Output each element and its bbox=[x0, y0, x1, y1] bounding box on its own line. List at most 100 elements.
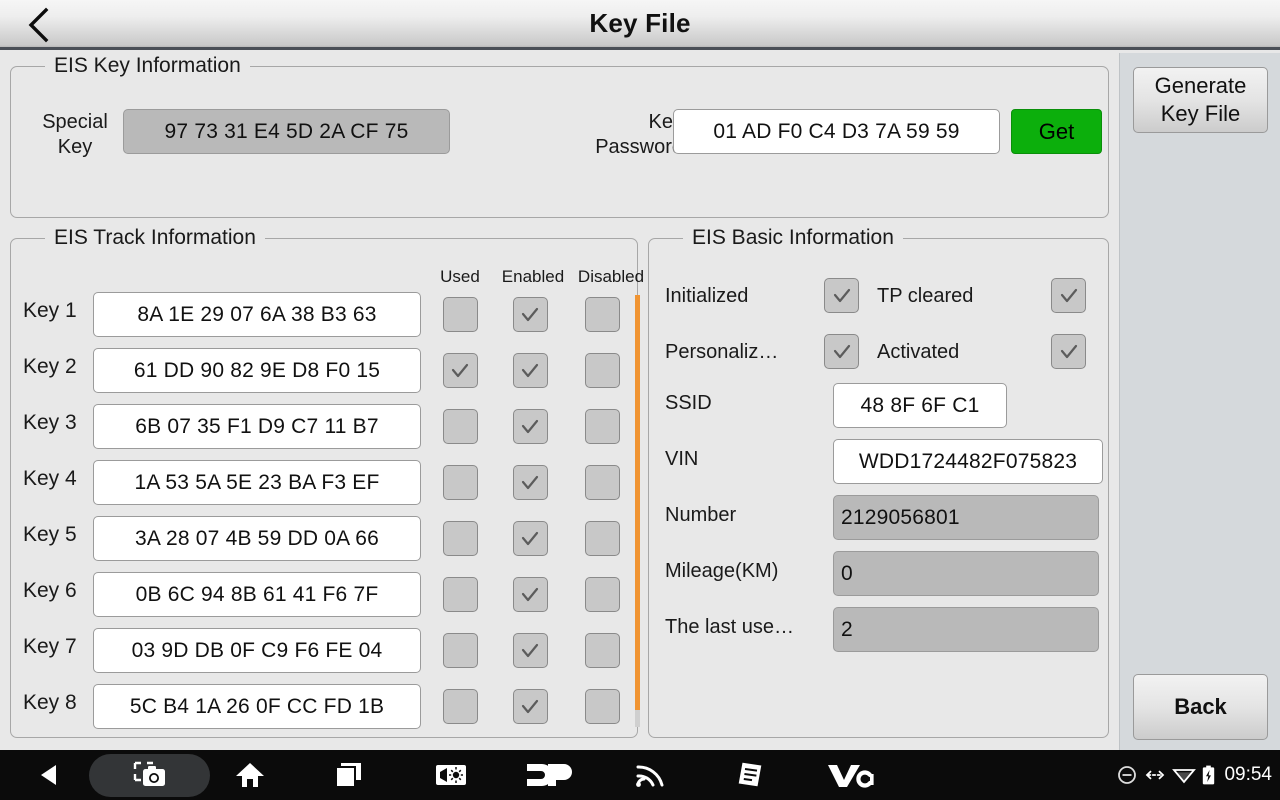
checkbox-unchecked[interactable] bbox=[585, 465, 620, 500]
track-disabled-cell bbox=[569, 409, 635, 444]
checkbox-unchecked[interactable] bbox=[443, 633, 478, 668]
checkbox-unchecked[interactable] bbox=[443, 409, 478, 444]
check-icon bbox=[1058, 285, 1080, 307]
track-disabled-cell bbox=[569, 689, 635, 724]
key-file-screen: Key File EIS Key Information Special Key… bbox=[0, 0, 1280, 800]
check-icon bbox=[519, 584, 541, 606]
track-row: Key 60B 6C 94 8B 61 41 F6 7F bbox=[11, 567, 627, 623]
checkbox-unchecked[interactable] bbox=[443, 521, 478, 556]
nav-home-button[interactable] bbox=[221, 750, 279, 800]
check-icon bbox=[831, 341, 853, 363]
track-used-cell bbox=[427, 409, 493, 444]
track-used-cell bbox=[427, 521, 493, 556]
checkbox-checked[interactable] bbox=[824, 334, 859, 369]
eis-track-information-legend: EIS Track Information bbox=[45, 226, 265, 250]
ssid-label: SSID bbox=[665, 392, 712, 415]
mileage-label: Mileage(KM) bbox=[665, 560, 778, 583]
checkbox-checked[interactable] bbox=[824, 278, 859, 313]
track-row-label: Key 8 bbox=[23, 691, 95, 715]
checkbox-unchecked[interactable] bbox=[443, 465, 478, 500]
track-row-value[interactable]: 3A 28 07 4B 59 DD 0A 66 bbox=[93, 516, 421, 561]
checkbox-unchecked[interactable] bbox=[585, 689, 620, 724]
track-disabled-cell bbox=[569, 521, 635, 556]
back-action-button[interactable]: Back bbox=[1133, 674, 1268, 740]
generate-key-file-button[interactable]: Generate Key File bbox=[1133, 67, 1268, 133]
checkbox-checked[interactable] bbox=[513, 409, 548, 444]
get-button[interactable]: Get bbox=[1011, 109, 1102, 154]
workspace: EIS Key Information Special Key 97 73 31… bbox=[0, 53, 1119, 750]
track-row: Key 18A 1E 29 07 6A 38 B3 63 bbox=[11, 287, 627, 343]
column-header-disabled: Disabled bbox=[571, 267, 651, 287]
checkbox-unchecked[interactable] bbox=[585, 577, 620, 612]
nav-wireless-button[interactable] bbox=[620, 750, 678, 800]
initialized-checkbox[interactable] bbox=[824, 278, 859, 313]
track-row: Key 85C B4 1A 26 0F CC FD 1B bbox=[11, 679, 627, 735]
track-disabled-cell bbox=[569, 577, 635, 612]
nav-screenshot-button[interactable] bbox=[120, 750, 180, 800]
wifi-icon bbox=[1173, 766, 1195, 784]
nav-vci-button[interactable] bbox=[820, 750, 880, 800]
track-row: Key 53A 28 07 4B 59 DD 0A 66 bbox=[11, 511, 627, 567]
checkbox-unchecked[interactable] bbox=[585, 521, 620, 556]
checkbox-checked[interactable] bbox=[1051, 278, 1086, 313]
track-row-value[interactable]: 1A 53 5A 5E 23 BA F3 EF bbox=[93, 460, 421, 505]
checkbox-unchecked[interactable] bbox=[585, 297, 620, 332]
track-row-label: Key 2 bbox=[23, 355, 95, 379]
generate-key-file-line1: Generate bbox=[1155, 72, 1247, 100]
track-used-cell bbox=[427, 689, 493, 724]
track-used-cell bbox=[427, 577, 493, 612]
track-disabled-cell bbox=[569, 297, 635, 332]
track-row-value[interactable]: 6B 07 35 F1 D9 C7 11 B7 bbox=[93, 404, 421, 449]
nav-notes-button[interactable] bbox=[720, 750, 780, 800]
nav-volume-brightness-button[interactable] bbox=[422, 750, 480, 800]
track-row: Key 703 9D DB 0F C9 F6 FE 04 bbox=[11, 623, 627, 679]
track-row-value[interactable]: 61 DD 90 82 9E D8 F0 15 bbox=[93, 348, 421, 393]
checkbox-checked[interactable] bbox=[513, 353, 548, 388]
checkbox-unchecked[interactable] bbox=[443, 689, 478, 724]
check-icon bbox=[519, 696, 541, 718]
track-row-label: Key 3 bbox=[23, 411, 95, 435]
track-row-value[interactable]: 5C B4 1A 26 0F CC FD 1B bbox=[93, 684, 421, 729]
tp-cleared-checkbox[interactable] bbox=[1051, 278, 1086, 313]
track-scrollbar-thumb[interactable] bbox=[635, 295, 640, 710]
system-navigation-bar: 09:54 bbox=[0, 750, 1280, 800]
track-row-value[interactable]: 03 9D DB 0F C9 F6 FE 04 bbox=[93, 628, 421, 673]
nav-dp-button[interactable] bbox=[520, 750, 580, 800]
nav-recents-button[interactable] bbox=[320, 750, 378, 800]
checkbox-checked[interactable] bbox=[513, 577, 548, 612]
checkbox-checked[interactable] bbox=[1051, 334, 1086, 369]
usb-transfer-icon bbox=[1144, 767, 1166, 783]
checkbox-checked[interactable] bbox=[443, 353, 478, 388]
checkbox-unchecked[interactable] bbox=[443, 297, 478, 332]
last-use-field: 2 bbox=[833, 607, 1099, 652]
nav-back-button[interactable] bbox=[22, 750, 78, 800]
last-use-label: The last use… bbox=[665, 616, 794, 639]
eis-key-information-legend: EIS Key Information bbox=[45, 54, 250, 78]
check-icon bbox=[831, 285, 853, 307]
checkbox-checked[interactable] bbox=[513, 297, 548, 332]
track-enabled-cell bbox=[497, 465, 563, 500]
status-tray: 09:54 bbox=[1117, 750, 1272, 800]
checkbox-unchecked[interactable] bbox=[443, 577, 478, 612]
activated-checkbox[interactable] bbox=[1051, 334, 1086, 369]
check-icon bbox=[519, 472, 541, 494]
vin-field[interactable]: WDD1724482F075823 bbox=[833, 439, 1103, 484]
action-sidebar: Generate Key File Back bbox=[1119, 53, 1280, 750]
key-password-input[interactable]: 01 AD F0 C4 D3 7A 59 59 bbox=[673, 109, 1000, 154]
vin-label: VIN bbox=[665, 448, 698, 471]
checkbox-checked[interactable] bbox=[513, 465, 548, 500]
track-row-value[interactable]: 0B 6C 94 8B 61 41 F6 7F bbox=[93, 572, 421, 617]
track-row-value[interactable]: 8A 1E 29 07 6A 38 B3 63 bbox=[93, 292, 421, 337]
checkbox-unchecked[interactable] bbox=[585, 409, 620, 444]
personalized-checkbox[interactable] bbox=[824, 334, 859, 369]
track-row: Key 41A 53 5A 5E 23 BA F3 EF bbox=[11, 455, 627, 511]
check-icon bbox=[1058, 341, 1080, 363]
checkbox-checked[interactable] bbox=[513, 521, 548, 556]
ssid-field[interactable]: 48 8F 6F C1 bbox=[833, 383, 1007, 428]
check-icon bbox=[519, 416, 541, 438]
checkbox-checked[interactable] bbox=[513, 689, 548, 724]
checkbox-unchecked[interactable] bbox=[585, 353, 620, 388]
checkbox-checked[interactable] bbox=[513, 633, 548, 668]
check-icon bbox=[449, 360, 471, 382]
checkbox-unchecked[interactable] bbox=[585, 633, 620, 668]
